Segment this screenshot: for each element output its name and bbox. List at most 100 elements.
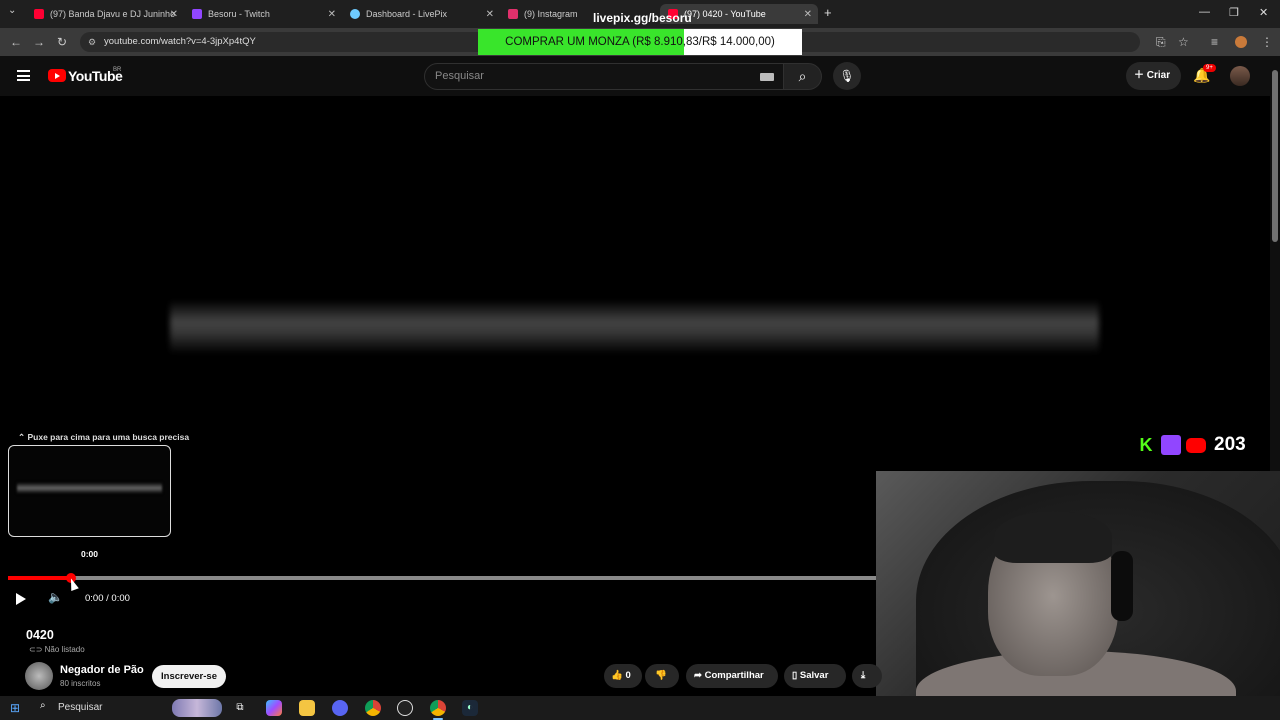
taskbar-search-label: Pesquisar [58,702,103,713]
headset [1111,551,1133,621]
obs-icon[interactable] [397,700,413,716]
instagram-favicon-icon [508,9,518,19]
reload-icon[interactable]: ↻ [57,35,67,49]
tab-title: (9) Instagram [524,9,578,19]
livepix-favicon-icon [350,9,360,19]
voice-search-button[interactable]: 🎙 [833,62,861,90]
thumbs-up-icon: 👍 [611,670,623,681]
country-code: BR [113,67,122,73]
play-icon[interactable] [16,593,26,605]
video-title: 0420 [26,628,54,642]
visibility-label: Não listado [44,645,85,654]
bookmark-star-icon[interactable]: ☆ [1178,35,1189,49]
share-button[interactable]: ➦ Compartilhar [686,664,778,688]
forward-arrow-icon[interactable]: → [33,35,45,49]
kick-icon: K [1139,435,1153,455]
plus-icon: ＋ [1134,70,1147,81]
tab-livepix-dashboard[interactable]: Dashboard - LivePix ✕ [342,4,500,24]
share-label: Compartilhar [704,670,764,681]
twitch-favicon-icon [192,9,202,19]
save-button[interactable]: ▯ Salvar [784,664,846,688]
microphone-icon: 🎙 [839,69,855,83]
tab-title: Besoru - Twitch [208,9,270,19]
menu-hamburger-icon[interactable] [17,70,30,81]
close-window-button[interactable]: ✕ [1259,6,1268,19]
media-controls-icon[interactable]: ≡ [1211,35,1218,49]
restore-button[interactable]: ❐ [1229,6,1239,19]
download-button[interactable]: ⤓ [852,664,882,688]
back-arrow-icon[interactable]: ← [10,35,22,49]
steam-icon[interactable]: ◐ [462,700,478,716]
channel-name[interactable]: Negador de Pão [60,664,144,676]
share-icon: ➦ [694,670,702,681]
windows-start-icon[interactable]: ⊞ [10,701,20,715]
tab-close-icon[interactable]: ✕ [170,9,178,20]
install-app-icon[interactable]: ⎘ [1156,35,1166,50]
volume-icon[interactable]: 🔈 [48,590,63,604]
notifications-badge: 9+ [1203,64,1216,72]
youtube-logo-icon[interactable] [48,69,66,82]
webcam-overlay [876,471,1280,696]
thumbs-down-icon: 👎 [655,670,667,681]
site-info-icon[interactable]: ⚙ [88,32,96,52]
tab-title: (97) 0420 - YouTube [684,9,766,19]
seek-preview-time: 0:00 [81,549,99,559]
viewer-counter: K 203 [1136,434,1246,456]
create-label: Criar [1146,70,1171,81]
create-button[interactable]: ＋ Criar [1126,62,1181,90]
youtube-icon [1186,437,1206,453]
file-explorer-icon[interactable] [299,700,315,716]
keyboard-icon[interactable] [760,73,774,81]
windows-taskbar: ⊞ ⌕ Pesquisar ⧉ ◐ [0,696,1280,720]
search-icon: ⌕ [798,68,807,84]
task-view-icon[interactable]: ⧉ [232,700,248,716]
like-button[interactable]: 👍 0 [604,664,642,688]
profile-avatar-icon[interactable] [1235,36,1247,48]
copilot-icon[interactable] [266,700,282,716]
video-frame-blur [170,300,1099,354]
save-label: Salvar [799,670,829,681]
donation-goal-bar: COMPRAR UM MONZA (R$ 8.910,83/R$ 14.000,… [478,29,802,55]
minimize-button[interactable]: — [1199,6,1210,18]
tab-list-chevron-icon[interactable]: ⌄ [8,5,16,16]
livepix-overlay-label: livepix.gg/besoru [593,11,692,25]
tab-title: Dashboard - LivePix [366,9,448,19]
streamer-hair [994,511,1112,563]
tab-banda-djavu[interactable]: (97) Banda Djavu e DJ Juninho ✕ [26,4,184,24]
youtube-favicon-icon [34,9,44,19]
search-placeholder: Pesquisar [435,70,484,82]
donation-goal-text: COMPRAR UM MONZA (R$ 8.910,83/R$ 14.000,… [505,36,775,48]
tab-close-icon[interactable]: ✕ [328,9,336,20]
download-icon: ⤓ [861,670,866,681]
link-icon: ⊂⊃ [29,645,43,654]
tab-close-icon[interactable]: ✕ [486,9,494,20]
subscribe-button[interactable]: Inscrever-se [152,665,226,688]
twitch-icon [1161,435,1181,455]
progress-played [8,576,69,580]
search-button[interactable]: ⌕ [784,63,822,90]
like-count: 0 [625,670,631,681]
youtube-header: YouTube BR Pesquisar ⌕ 🎙 ＋ Criar 🔔 9+ [0,56,1270,96]
dislike-button[interactable]: 👎 [645,664,679,688]
chrome-icon[interactable] [365,700,381,716]
seek-preview-thumbnail [8,445,171,537]
time-display: 0:00 / 0:00 [85,593,130,604]
progress-bar[interactable] [8,576,876,580]
swipe-up-hint: ⌃ Puxe para cima para uma busca precisa [18,432,190,442]
viewer-count: 203 [1214,434,1246,455]
new-tab-button[interactable]: + [824,5,832,20]
visibility-badge: ⊂⊃ Não listado [29,645,85,654]
tab-close-icon[interactable]: ✕ [804,9,812,20]
channel-avatar[interactable] [25,662,53,690]
tab-twitch[interactable]: Besoru - Twitch ✕ [184,4,342,24]
browser-menu-icon[interactable]: ⋮ [1261,35,1273,49]
tab-title: (97) Banda Djavu e DJ Juninho [50,9,176,19]
discord-icon[interactable] [332,700,348,716]
bookmark-icon: ▯ [792,670,798,681]
chrome-active-icon[interactable] [430,700,446,720]
url-text: youtube.com/watch?v=4-3jpXp4tQY [104,36,256,47]
scrollbar-thumb[interactable] [1272,70,1278,242]
subscriber-count: 80 inscritos [60,679,101,688]
account-avatar[interactable] [1230,66,1250,86]
search-input[interactable]: Pesquisar [424,63,784,90]
